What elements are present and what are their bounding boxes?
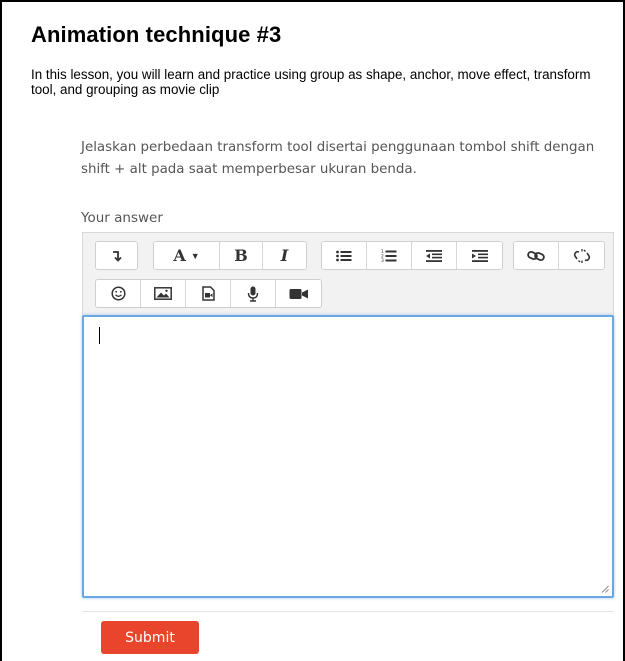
smiley-icon: [110, 286, 126, 301]
image-button[interactable]: [141, 280, 186, 307]
resize-handle-icon[interactable]: [601, 585, 609, 593]
unlink-button[interactable]: [559, 242, 604, 269]
ordered-list-button[interactable]: 1 2 3: [367, 242, 412, 269]
italic-icon: I: [280, 246, 289, 265]
bold-icon: B: [234, 246, 248, 265]
video-camera-icon: [289, 288, 308, 299]
toolbar-group-collapse: [95, 241, 138, 270]
toolbar-group-media: [95, 279, 322, 308]
link-icon: [527, 250, 545, 261]
bold-button[interactable]: B: [220, 242, 263, 269]
emoticon-button[interactable]: [96, 280, 141, 307]
chevron-down-icon: ▼: [190, 250, 200, 261]
text-caret: [99, 327, 100, 344]
media-file-icon: [201, 286, 215, 301]
svg-text:3: 3: [381, 258, 384, 262]
page-title: Animation technique #3: [31, 22, 282, 47]
italic-button[interactable]: I: [263, 242, 306, 269]
toolbar-group-text: A ▼ B I: [153, 241, 307, 270]
toolbar-group-lists: 1 2 3: [321, 241, 503, 270]
lesson-intro: In this lesson, you will learn and pract…: [31, 67, 591, 97]
unlink-icon: [573, 248, 590, 263]
indent-icon: [471, 249, 488, 262]
font-color-icon: A: [173, 246, 186, 265]
unordered-list-button[interactable]: [322, 242, 367, 269]
font-color-button[interactable]: A ▼: [154, 242, 220, 269]
image-icon: [154, 287, 172, 300]
link-button[interactable]: [514, 242, 559, 269]
collapse-toolbar-button[interactable]: [96, 242, 137, 269]
microphone-icon: [247, 286, 259, 302]
submit-button[interactable]: Submit: [101, 621, 199, 654]
indent-button[interactable]: [457, 242, 502, 269]
arrow-down-icon: [112, 250, 122, 262]
editor-toolbar: A ▼ B I 1 2 3: [82, 232, 614, 315]
numbered-list-icon: 1 2 3: [381, 249, 397, 262]
form-divider: [82, 611, 614, 612]
question-text: Jelaskan perbedaan transform tool disert…: [81, 140, 595, 177]
answer-label: Your answer: [81, 210, 163, 226]
outdent-icon: [426, 249, 442, 262]
answer-textarea[interactable]: [82, 315, 614, 598]
bullet-list-icon: [336, 250, 352, 261]
toolbar-group-links: [513, 241, 605, 270]
media-button[interactable]: [186, 280, 231, 307]
record-audio-button[interactable]: [231, 280, 276, 307]
outdent-button[interactable]: [412, 242, 457, 269]
record-video-button[interactable]: [276, 280, 321, 307]
